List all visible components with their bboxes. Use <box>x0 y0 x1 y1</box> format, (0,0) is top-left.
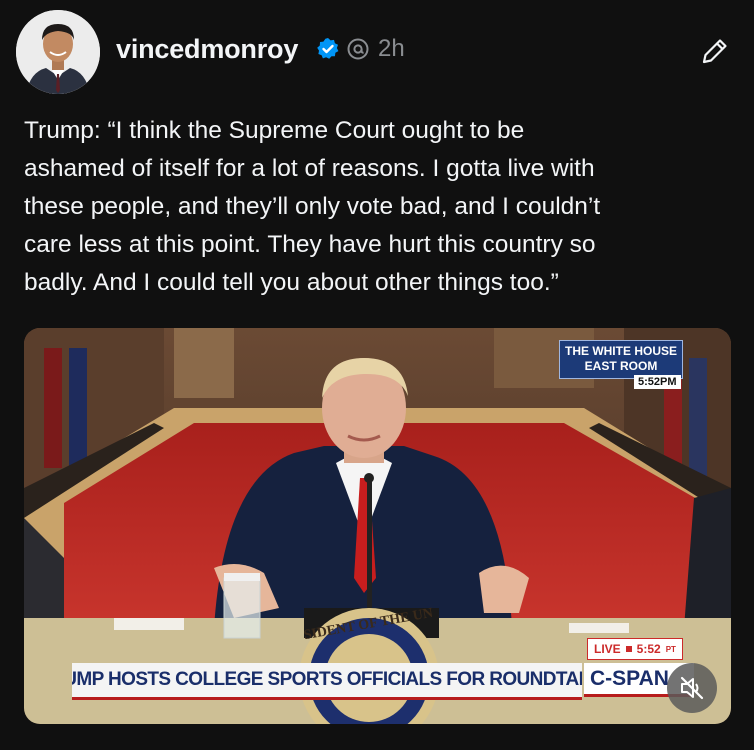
live-label: LIVE <box>594 642 621 656</box>
live-time: 5:52 <box>636 642 661 656</box>
video-player[interactable]: SIDENT OF THE UN THE WHITE HOUSE EAST RO… <box>24 328 731 724</box>
location-box: THE WHITE HOUSE EAST ROOM <box>559 340 683 379</box>
live-dot-icon <box>625 646 632 652</box>
news-chyron: TRUMP HOSTS COLLEGE SPORTS OFFICIALS FOR… <box>72 663 582 700</box>
post-text: Trump: “I think the Supreme Court ought … <box>24 117 601 296</box>
location-time: 5:52PM <box>634 375 681 389</box>
live-timezone: PT <box>665 644 676 654</box>
verified-badge-icon <box>317 38 339 59</box>
post-header: vincedmonroy 2h <box>16 10 738 94</box>
mute-button[interactable] <box>667 663 717 713</box>
post-meta: 2h <box>316 34 405 64</box>
avatar[interactable] <box>16 10 100 94</box>
pencil-icon[interactable] <box>698 34 732 68</box>
speaker-muted-icon <box>680 676 704 700</box>
live-badge: LIVE 5:52 PT <box>587 638 683 660</box>
location-line-1: THE WHITE HOUSE <box>564 344 677 358</box>
username[interactable]: vincedmonroy <box>116 34 298 65</box>
location-line-2: EAST ROOM <box>584 359 658 373</box>
post-time: 2h <box>378 35 405 62</box>
threads-logo-icon <box>347 38 369 60</box>
